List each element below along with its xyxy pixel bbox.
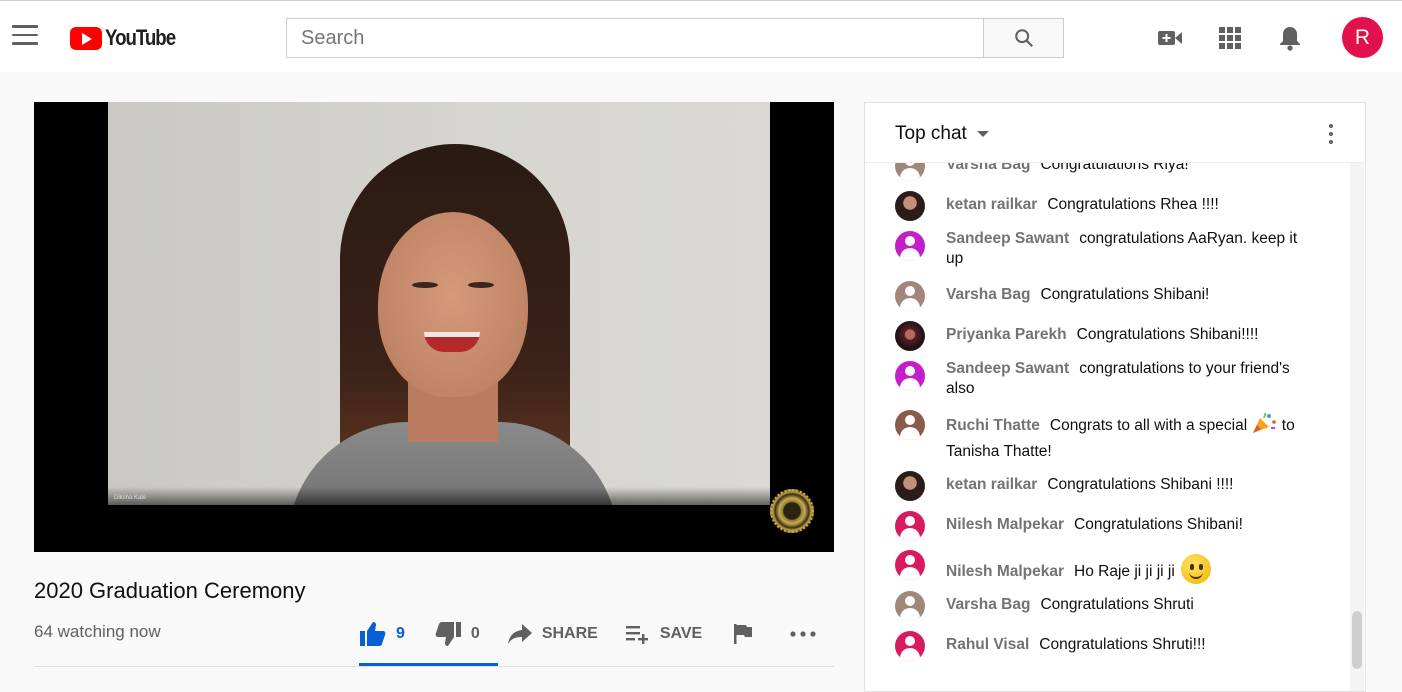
save-label: SAVE bbox=[659, 625, 703, 642]
save-button[interactable]: SAVE bbox=[625, 612, 703, 656]
thumbs-up-icon bbox=[360, 622, 386, 646]
participant-label: Diksha Kale bbox=[114, 495, 147, 501]
chat-mode-dropdown[interactable]: Top chat bbox=[895, 123, 989, 145]
chat-text: Ho Raje ji ji ji ji bbox=[1074, 563, 1175, 580]
avatar[interactable] bbox=[895, 361, 925, 391]
youtube-play-icon bbox=[70, 26, 102, 50]
thumbs-down-icon bbox=[435, 622, 461, 646]
create-video-icon[interactable] bbox=[1156, 24, 1184, 52]
chat-author[interactable]: ketan railkar bbox=[946, 196, 1037, 213]
chat-mode-label: Top chat bbox=[895, 123, 967, 144]
chat-text: Congratulations Shibani! bbox=[1040, 286, 1210, 303]
share-icon bbox=[507, 624, 532, 644]
search-input[interactable] bbox=[286, 18, 984, 58]
search-button[interactable] bbox=[983, 18, 1064, 58]
chat-author[interactable]: ketan railkar bbox=[946, 476, 1037, 493]
caret-down-icon bbox=[976, 131, 989, 137]
chat-author[interactable]: Priyanka Parekh bbox=[946, 326, 1067, 343]
apps-icon[interactable] bbox=[1216, 24, 1244, 52]
playlist-add-icon bbox=[625, 626, 648, 644]
smiling-face-icon bbox=[1181, 554, 1212, 584]
chat-text: Congratulations Shibani!!!! bbox=[1076, 326, 1259, 343]
like-button[interactable]: 9 bbox=[360, 612, 405, 656]
like-count: 9 bbox=[396, 625, 405, 642]
logo-text: YouTube bbox=[105, 25, 176, 50]
flag-icon bbox=[734, 624, 753, 644]
avatar[interactable] bbox=[895, 410, 925, 440]
chat-scrollbar-thumb[interactable] bbox=[1352, 611, 1362, 669]
chat-author[interactable]: Varsha Bag bbox=[946, 596, 1030, 613]
avatar[interactable] bbox=[895, 631, 925, 661]
chat-text: Congratulations Rhea !!!! bbox=[1047, 196, 1219, 213]
avatar[interactable] bbox=[895, 321, 925, 351]
divider bbox=[34, 666, 834, 667]
top-bar: YouTube R bbox=[0, 0, 1402, 72]
avatar[interactable] bbox=[895, 550, 925, 580]
avatar[interactable] bbox=[895, 231, 925, 261]
avatar[interactable] bbox=[895, 591, 925, 621]
video-title: 2020 Graduation Ceremony bbox=[34, 578, 306, 603]
avatar[interactable] bbox=[895, 281, 925, 311]
more-vertical-icon[interactable] bbox=[1321, 121, 1341, 147]
party-popper-icon bbox=[1253, 412, 1277, 433]
notifications-icon[interactable] bbox=[1276, 24, 1304, 52]
more-horizontal-icon bbox=[790, 631, 816, 637]
university-seal-logo bbox=[770, 489, 814, 533]
chat-text: Congrats to all with a special bbox=[1049, 417, 1248, 434]
live-chat: Varsha Bag Congratulations Riya! ketan ra… bbox=[864, 102, 1366, 692]
avatar[interactable] bbox=[895, 191, 925, 221]
chat-text: Congratulations Shibani! bbox=[1074, 516, 1243, 533]
account-avatar[interactable]: R bbox=[1342, 17, 1383, 58]
dislike-count: 0 bbox=[470, 625, 480, 642]
chat-author[interactable]: Rahul Visal bbox=[946, 636, 1029, 653]
viewer-count: 64 watching now bbox=[34, 622, 161, 641]
chat-text: Congratulations Shruti bbox=[1040, 596, 1194, 613]
chat-author[interactable]: Nilesh Malpekar bbox=[946, 516, 1064, 533]
chat-author[interactable]: Ruchi Thatte bbox=[946, 417, 1040, 434]
chat-author[interactable]: Sandeep Sawant bbox=[946, 360, 1069, 377]
video-frame: Diksha Kale bbox=[108, 102, 770, 505]
avatar[interactable] bbox=[895, 471, 925, 501]
avatar[interactable] bbox=[895, 511, 925, 541]
search-icon bbox=[1014, 29, 1033, 48]
youtube-logo[interactable]: YouTube bbox=[70, 25, 187, 51]
report-button[interactable] bbox=[734, 612, 753, 656]
chat-text: Congratulations Shibani !!!! bbox=[1047, 476, 1234, 493]
video-player[interactable]: Diksha Kale bbox=[34, 102, 834, 552]
dislike-button[interactable]: 0 bbox=[435, 612, 480, 656]
chat-author[interactable]: Nilesh Malpekar bbox=[946, 563, 1064, 580]
chat-author[interactable]: Sandeep Sawant bbox=[946, 230, 1069, 247]
share-label: SHARE bbox=[541, 625, 598, 642]
chat-author[interactable]: Varsha Bag bbox=[946, 286, 1030, 303]
more-actions-button[interactable] bbox=[790, 612, 816, 656]
menu-icon[interactable] bbox=[12, 25, 38, 47]
chat-header: Top chat bbox=[865, 103, 1365, 163]
like-ratio-bar bbox=[359, 663, 498, 666]
share-button[interactable]: SHARE bbox=[507, 612, 598, 656]
chat-text: Congratulations Shruti!!! bbox=[1039, 636, 1206, 653]
video-actions: 9 0 SHARE SAVE bbox=[360, 612, 816, 656]
